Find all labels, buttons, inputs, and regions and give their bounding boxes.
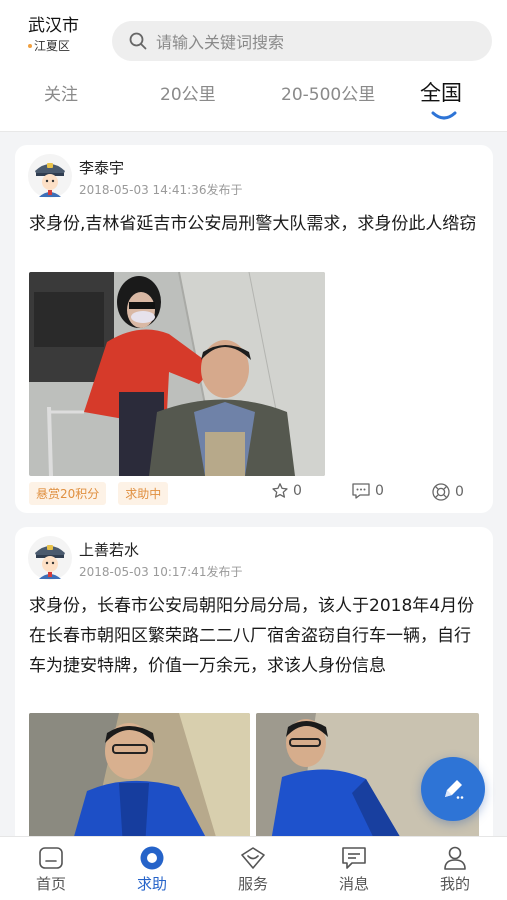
police-avatar-icon bbox=[28, 154, 72, 198]
compose-button[interactable] bbox=[421, 757, 485, 821]
city-label: 武汉市 bbox=[28, 16, 79, 36]
nav-home[interactable]: 首页 bbox=[11, 837, 91, 900]
nav-service[interactable]: 服务 bbox=[213, 837, 293, 900]
header: 武汉市 江夏区 请输入关键词搜索 关注 20公里 20-500公里 全国 bbox=[0, 0, 507, 132]
post-card[interactable]: 上善若水 2018-05-03 10:17:41发布于 求身份，长春市公安局朝阳… bbox=[15, 527, 493, 847]
comment-button[interactable]: 0 bbox=[351, 482, 384, 500]
tab-20km[interactable]: 20公里 bbox=[160, 80, 216, 105]
nav-label: 首页 bbox=[35, 875, 66, 893]
tab-20-500km[interactable]: 20-500公里 bbox=[281, 80, 375, 105]
distance-tabs: 关注 20公里 20-500公里 全国 bbox=[0, 74, 507, 130]
star-icon bbox=[272, 483, 288, 498]
search-icon bbox=[129, 32, 147, 50]
profile-icon bbox=[444, 846, 466, 870]
nav-label: 求助 bbox=[136, 875, 167, 893]
service-icon bbox=[241, 847, 265, 869]
post-author[interactable]: 上善若水 bbox=[79, 539, 139, 560]
lifebuoy-icon bbox=[432, 483, 450, 501]
police-avatar-icon bbox=[28, 536, 72, 580]
nav-label: 我的 bbox=[439, 875, 470, 893]
share-count: 0 bbox=[455, 484, 464, 500]
like-button[interactable]: 0 bbox=[271, 482, 302, 500]
post-author[interactable]: 李泰宇 bbox=[79, 157, 124, 178]
help-feed: 李泰宇 2018-05-03 14:41:36发布于 求身份,吉林省延吉市公安局… bbox=[15, 145, 493, 861]
nav-help[interactable]: 求助 bbox=[112, 837, 192, 900]
home-icon bbox=[39, 847, 63, 869]
bottom-nav: 首页 求助 服务 消息 我的 bbox=[0, 836, 507, 900]
suspect-photo[interactable] bbox=[29, 272, 325, 476]
post-card[interactable]: 李泰宇 2018-05-03 14:41:36发布于 求身份,吉林省延吉市公安局… bbox=[15, 145, 493, 513]
post-time: 2018-05-03 14:41:36发布于 bbox=[79, 183, 243, 197]
tab-follow[interactable]: 关注 bbox=[44, 80, 78, 105]
comment-count: 0 bbox=[375, 483, 384, 499]
location-selector[interactable]: 武汉市 江夏区 bbox=[28, 14, 98, 54]
nav-profile[interactable]: 我的 bbox=[415, 837, 495, 900]
help-icon bbox=[140, 846, 164, 870]
post-time: 2018-05-03 10:17:41发布于 bbox=[79, 565, 243, 579]
post-actions: 0 0 0 bbox=[271, 482, 483, 504]
post-text: 求身份，长春市公安局朝阳分局分局，该人于2018年4月份在长春市朝阳区繁荣路二二… bbox=[29, 596, 475, 676]
share-button[interactable]: 0 bbox=[431, 482, 464, 502]
tab-nationwide[interactable]: 全国 bbox=[420, 77, 462, 107]
district-label: 江夏区 bbox=[28, 38, 98, 54]
nav-message[interactable]: 消息 bbox=[314, 837, 394, 900]
location-dot-icon bbox=[28, 44, 32, 48]
post-badges: 悬赏20积分 求助中 bbox=[29, 482, 180, 505]
suspect-photo[interactable] bbox=[29, 713, 250, 847]
search-input[interactable]: 请输入关键词搜索 bbox=[112, 21, 492, 61]
status-badge: 求助中 bbox=[118, 482, 169, 505]
nav-label: 消息 bbox=[338, 875, 369, 893]
active-tab-indicator bbox=[431, 111, 457, 120]
like-count: 0 bbox=[293, 483, 302, 499]
reward-badge: 悬赏20积分 bbox=[29, 482, 107, 505]
search-placeholder: 请输入关键词搜索 bbox=[156, 33, 285, 52]
district-text: 江夏区 bbox=[34, 39, 71, 53]
nav-label: 服务 bbox=[237, 875, 268, 893]
post-text: 求身份,吉林省延吉市公安局刑警大队需求，求身份此人绺窃 bbox=[29, 214, 477, 234]
message-icon bbox=[342, 847, 366, 869]
comment-icon bbox=[352, 483, 370, 499]
pencil-icon bbox=[445, 780, 464, 799]
